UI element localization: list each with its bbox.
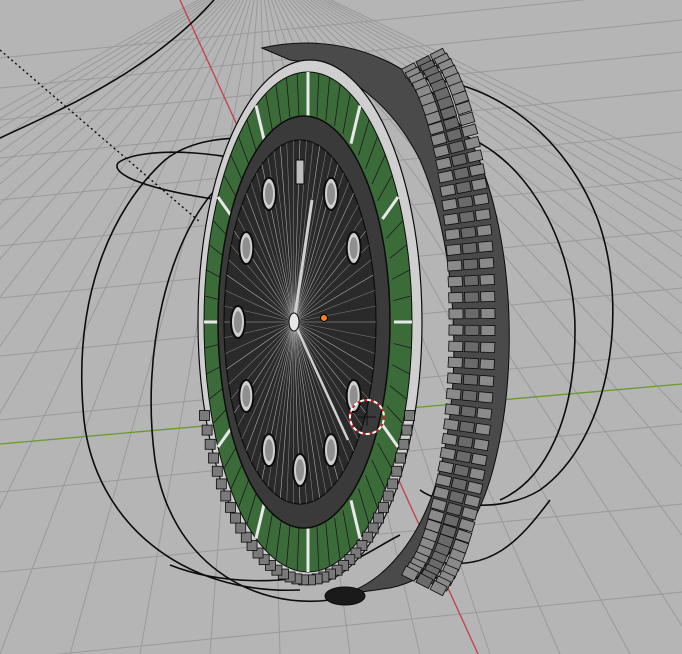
object-origin (320, 314, 328, 322)
bezel-notch (373, 512, 384, 524)
ring-segment (470, 177, 488, 192)
ring-segment (477, 240, 494, 253)
ring-segment (460, 226, 477, 239)
bezel-notch (378, 501, 389, 513)
watch-model[interactable] (197, 42, 510, 606)
bezel-notch (220, 490, 232, 502)
ring-segment (443, 418, 460, 432)
ring-segment (439, 446, 457, 461)
ring-segment (458, 420, 476, 434)
hour-marker-lume (242, 385, 251, 407)
bezel-notch (398, 438, 410, 450)
hour-marker-lume (327, 182, 335, 205)
bezel-notch (387, 478, 399, 490)
ring-segment (476, 407, 493, 420)
ring-segment (444, 228, 461, 241)
ring-segment (476, 224, 493, 237)
ring-segment (444, 403, 461, 416)
bezel-notch (225, 501, 236, 513)
ring-segment (462, 373, 479, 386)
hour-marker-lume (349, 237, 358, 259)
ring-segment (462, 258, 479, 271)
ring-segment (457, 435, 474, 449)
ring-segment (480, 341, 496, 354)
bezel-notch (391, 465, 403, 477)
hour-marker-lume (265, 439, 273, 462)
ring-segment (445, 388, 462, 401)
crown[interactable] (324, 586, 366, 606)
ring-segment (474, 208, 491, 222)
bezel-notch (367, 522, 379, 534)
bezel-notch (230, 512, 241, 524)
bezel-notch (208, 452, 219, 464)
bezel-notch (401, 424, 413, 436)
ring-segment (480, 324, 496, 336)
ring-segment (448, 292, 464, 304)
ring-segment (441, 432, 458, 446)
hour-marker-lume (327, 439, 335, 462)
ring-segment (461, 389, 478, 402)
ring-segment (480, 290, 496, 303)
ring-segment (478, 257, 495, 270)
ring-segment (446, 372, 463, 385)
ring-segment (455, 180, 472, 195)
hour-marker-lume (265, 182, 273, 205)
ring-segment (458, 210, 476, 224)
ring-segment (447, 356, 463, 369)
ring-segment (464, 324, 480, 336)
hour-marker-lume (242, 237, 251, 259)
ring-segment (457, 195, 474, 209)
ring-segment (477, 391, 494, 404)
ring-segment (445, 243, 462, 256)
ring-segment (461, 242, 478, 255)
hour-marker (295, 159, 305, 185)
bezel-notch (404, 410, 415, 421)
center-cap (288, 312, 300, 332)
ring-segment (474, 422, 491, 436)
ring-segment (460, 405, 477, 418)
ring-segment (455, 449, 472, 464)
ring-segment (441, 198, 458, 212)
ring-segment (470, 452, 488, 467)
ring-segment (448, 340, 464, 352)
ring-segment (472, 192, 490, 206)
ring-segment (464, 308, 480, 320)
hour-marker-lume (234, 311, 242, 333)
ring-segment (448, 308, 464, 320)
ring-segment (463, 274, 479, 287)
viewport-3d[interactable] (0, 0, 682, 654)
ring-segment (447, 275, 463, 288)
bezel-notch (199, 410, 210, 421)
ring-segment (448, 324, 464, 336)
viewport-canvas[interactable] (0, 0, 682, 654)
bezel-notch (235, 522, 247, 534)
ring-segment (478, 374, 495, 387)
bezel-notch (240, 531, 252, 543)
bezel-notch (395, 452, 406, 464)
ring-segment (479, 358, 495, 371)
bezel-notch (382, 490, 394, 502)
ring-segment (439, 183, 457, 198)
bezel-notch (204, 438, 216, 450)
ring-segment (443, 212, 460, 226)
bezel-notch (215, 478, 227, 490)
ring-segment (446, 259, 463, 272)
hour-marker-lume (296, 459, 304, 481)
bezel-notch (201, 424, 213, 436)
ring-segment (480, 308, 496, 320)
bezel-notch (211, 465, 223, 477)
ring-segment (464, 341, 480, 353)
ring-segment (464, 291, 480, 303)
ring-segment (463, 357, 479, 370)
ring-segment (479, 273, 495, 286)
ring-segment (472, 438, 490, 452)
